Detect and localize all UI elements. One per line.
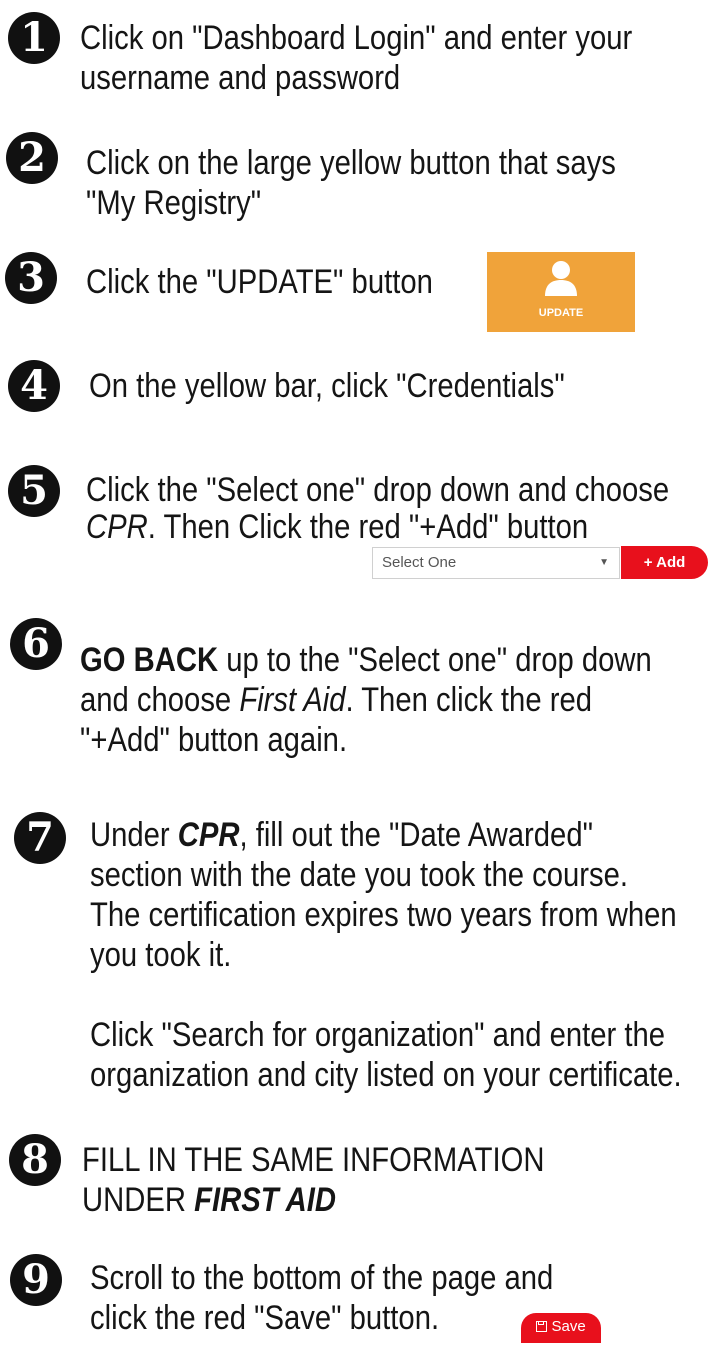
step-7-line-1: Under CPR, fill out the "Date Awarded" bbox=[90, 815, 593, 855]
step-7-line-1-a: Under bbox=[90, 816, 178, 854]
step-7-line-2: section with the date you took the cours… bbox=[90, 856, 629, 894]
step-number-badge: 3 bbox=[5, 252, 57, 304]
save-button[interactable]: Save bbox=[521, 1313, 601, 1343]
step-1-line-2: username and password bbox=[80, 59, 401, 97]
step-number-badge: 4 bbox=[8, 360, 60, 412]
step-6-line-1: GO BACK up to the "Select one" drop down bbox=[80, 640, 652, 680]
credential-select-value: Select One bbox=[382, 554, 457, 571]
step-7-line-5: Click "Search for organization" and ente… bbox=[90, 1016, 666, 1054]
step-2-line-2: "My Registry" bbox=[86, 184, 262, 222]
credential-select[interactable]: Select One ▼ bbox=[372, 547, 620, 579]
user-icon bbox=[545, 261, 577, 296]
step-6-line-1-rest: up to the "Select one" drop down bbox=[218, 641, 652, 679]
step-8-line-2-a: UNDER bbox=[82, 1181, 195, 1219]
plus-icon: + bbox=[643, 554, 653, 571]
add-button[interactable]: + Add bbox=[621, 546, 708, 579]
floppy-disk-icon bbox=[536, 1321, 548, 1332]
step-number-badge: 8 bbox=[9, 1134, 61, 1186]
step-5-line-1: Click the "Select one" drop down and cho… bbox=[86, 471, 670, 509]
save-button-label: Save bbox=[551, 1318, 586, 1335]
step-number-badge: 7 bbox=[14, 812, 66, 864]
step-7-line-6: organization and city listed on your cer… bbox=[90, 1056, 682, 1094]
emphasis-cpr: CPR bbox=[86, 508, 148, 546]
step-number-badge: 1 bbox=[8, 12, 60, 64]
update-button-label: UPDATE bbox=[538, 307, 584, 319]
step-6-line-2-a: and choose bbox=[80, 681, 240, 719]
emphasis-go-back: GO BACK bbox=[80, 641, 219, 679]
step-3-line-1: Click the "UPDATE" button bbox=[86, 263, 433, 301]
step-1-line-1: Click on "Dashboard Login" and enter you… bbox=[80, 19, 633, 57]
step-9-line-2: click the red "Save" button. bbox=[90, 1299, 440, 1337]
step-5-line-2: CPR. Then Click the red "+Add" button bbox=[86, 507, 588, 547]
chevron-down-icon: ▼ bbox=[599, 557, 609, 568]
step-2-line-1: Click on the large yellow button that sa… bbox=[86, 144, 616, 182]
emphasis-first-aid: FIRST AID bbox=[194, 1181, 336, 1219]
step-number-badge: 5 bbox=[8, 465, 60, 517]
emphasis-cpr: CPR bbox=[177, 816, 240, 854]
update-button[interactable]: UPDATE bbox=[487, 252, 635, 332]
add-button-label: Add bbox=[656, 554, 686, 571]
step-number-badge: 6 bbox=[10, 618, 62, 670]
step-6-line-2-rest: . Then click the red bbox=[345, 681, 592, 719]
step-6-line-2: and choose First Aid. Then click the red bbox=[80, 680, 592, 720]
emphasis-first-aid: First Aid bbox=[239, 681, 346, 719]
step-4-line-1: On the yellow bar, click "Credentials" bbox=[89, 367, 565, 405]
step-number-badge: 2 bbox=[6, 132, 58, 184]
step-5-line-2-rest: . Then Click the red "+Add" button bbox=[147, 508, 589, 546]
step-6-line-3: "+Add" button again. bbox=[80, 721, 348, 759]
step-number-badge: 9 bbox=[10, 1254, 62, 1306]
step-8-line-1: FILL IN THE SAME INFORMATION bbox=[82, 1141, 545, 1179]
step-7-line-3: The certification expires two years from… bbox=[90, 896, 677, 934]
step-7-line-4: you took it. bbox=[90, 936, 232, 974]
step-9-line-1: Scroll to the bottom of the page and bbox=[90, 1259, 554, 1297]
step-7-line-1-rest: , fill out the "Date Awarded" bbox=[239, 816, 593, 854]
step-8-line-2: UNDER FIRST AID bbox=[82, 1180, 336, 1220]
